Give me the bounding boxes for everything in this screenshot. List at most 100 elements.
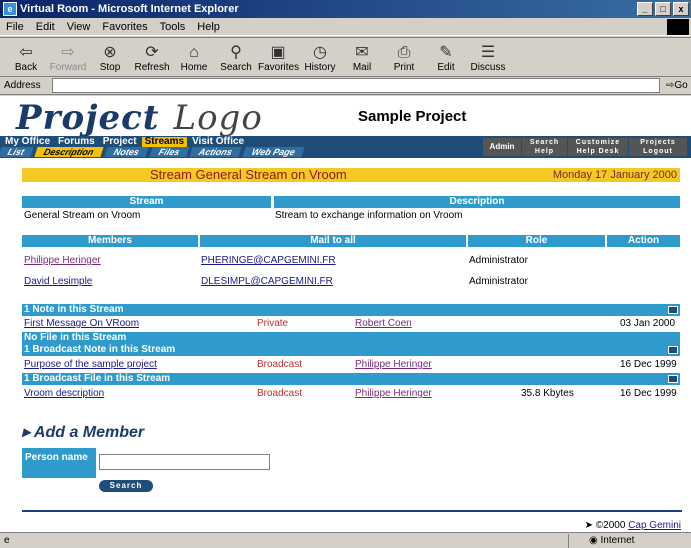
menu-file[interactable]: File (6, 21, 24, 33)
windows-logo-icon (667, 19, 689, 35)
tab-description[interactable]: Description (34, 147, 104, 157)
broadcast-note-author-link[interactable]: Philippe Heringer (355, 359, 432, 371)
member-search-button[interactable]: Search (99, 480, 153, 492)
address-input[interactable] (52, 78, 660, 93)
cap-gemini-link[interactable]: Cap Gemini (628, 520, 681, 531)
add-member-heading: ▸ Add a Member (22, 424, 145, 441)
tab-notes[interactable]: Notes (103, 147, 149, 157)
tab-files[interactable]: Files (148, 147, 189, 157)
menu-bar: File Edit View Favorites Tools Help (0, 18, 691, 36)
stop-icon: ⊗ (103, 44, 117, 61)
stream-name: General Stream on Vroom (24, 210, 141, 221)
search-button[interactable]: ⚲ Search (216, 44, 256, 73)
refresh-button[interactable]: ⟳ Refresh (132, 44, 172, 73)
mail-button[interactable]: ✉ Mail (342, 44, 382, 73)
print-button[interactable]: ⎙ Print (384, 44, 424, 73)
page-status-icon: e (4, 535, 10, 546)
page-content: Project Logo Sample Project My Office For… (0, 96, 691, 532)
broadcast-note-date: 16 Dec 1999 (620, 359, 677, 370)
broadcast-file-link[interactable]: Vroom description (24, 388, 104, 400)
broadcast-notes-header: 1 Broadcast Note in this Stream (22, 344, 680, 356)
util-search[interactable]: Search (522, 138, 567, 147)
forward-button[interactable]: ⇨ Forward (48, 44, 88, 73)
stop-button[interactable]: ⊗ Stop (90, 44, 130, 73)
broadcast-file-date: 16 Dec 1999 (620, 388, 677, 399)
forward-arrow-icon: ⇨ (61, 44, 75, 61)
nav-project[interactable]: Project (100, 137, 140, 147)
nav-visit-office[interactable]: Visit Office (189, 137, 247, 147)
menu-edit[interactable]: Edit (36, 21, 55, 33)
nav-forums[interactable]: Forums (55, 137, 98, 147)
stream-header: Stream General Stream on Vroom Monday 17… (22, 168, 680, 182)
util-projects[interactable]: Projects (629, 138, 687, 147)
minimize-button[interactable]: _ (637, 2, 653, 16)
close-button[interactable]: x (673, 2, 689, 16)
col-description: Description (274, 196, 680, 208)
go-button[interactable]: ⇨Go (666, 80, 688, 91)
member-name-link[interactable]: David Lesimple (24, 276, 92, 288)
window-controls: _ □ x (637, 2, 689, 16)
col-mail-to-all[interactable]: Mail to all (200, 235, 466, 247)
tab-actions[interactable]: Actions (189, 147, 242, 157)
util-customize[interactable]: Customize (568, 138, 628, 147)
note-author-link[interactable]: Robert Coen (355, 318, 412, 330)
admin-button[interactable]: Admin (483, 138, 521, 156)
edit-button[interactable]: ✎ Edit (426, 44, 466, 73)
person-name-input[interactable] (99, 454, 270, 470)
member-mail-link[interactable]: DLESIMPL@CAPGEMINI.FR (201, 276, 333, 288)
broadcast-file-author-link[interactable]: Philippe Heringer (355, 388, 432, 400)
member-mail-link[interactable]: PHERINGE@CAPGEMINI.FR (201, 255, 336, 267)
discuss-button[interactable]: ☰ Discuss (468, 44, 508, 73)
maximize-button[interactable]: □ (655, 2, 671, 16)
util-help-desk[interactable]: Help Desk (568, 147, 628, 156)
broadcast-file-size: 35.8 Kbytes (521, 388, 574, 399)
note-title-link[interactable]: First Message On VRoom (24, 318, 139, 330)
menu-help[interactable]: Help (197, 21, 220, 33)
notes-section-header: 1 Note in this Stream (22, 304, 680, 316)
menu-favorites[interactable]: Favorites (102, 21, 147, 33)
security-zone: ◉ Internet (568, 534, 691, 548)
back-arrow-icon: ⇦ (19, 44, 33, 61)
member-role: Administrator (469, 276, 528, 287)
back-button[interactable]: ⇦ Back (6, 44, 46, 73)
nav-my-office[interactable]: My Office (2, 137, 53, 147)
stream-title: Stream General Stream on Vroom (150, 167, 347, 182)
col-role: Role (468, 235, 605, 247)
history-button[interactable]: ◷ History (300, 44, 340, 73)
menu-view[interactable]: View (67, 21, 91, 33)
member-role: Administrator (469, 255, 528, 266)
util-help[interactable]: Help (522, 147, 567, 156)
note-type: Private (257, 318, 289, 329)
project-logo: Project Logo (16, 98, 263, 138)
arrow-right-icon: ➤ (584, 520, 596, 531)
project-title: Sample Project (358, 108, 467, 125)
refresh-icon: ⟳ (145, 44, 159, 61)
tab-list[interactable]: List (0, 147, 34, 157)
window-titlebar: e Virtual Room - Microsoft Internet Expl… (0, 0, 691, 18)
secondary-nav: List Description Notes Files Actions Web… (0, 147, 307, 157)
primary-nav: My Office Forums Project Streams Visit O… (2, 137, 247, 147)
footer-divider (22, 510, 682, 512)
col-members: Members (22, 235, 198, 247)
collapse-icon[interactable] (668, 375, 678, 383)
stream-description: Stream to exchange information on Vroom (275, 210, 463, 221)
nav-streams[interactable]: Streams (141, 137, 188, 147)
col-action: Action (607, 235, 680, 247)
col-stream: Stream (22, 196, 271, 208)
globe-icon: ◉ (589, 535, 601, 546)
menu-tools[interactable]: Tools (160, 21, 186, 33)
edit-icon: ✎ (439, 44, 453, 61)
collapse-icon[interactable] (668, 306, 678, 314)
member-name-link[interactable]: Philippe Heringer (24, 255, 101, 267)
history-icon: ◷ (313, 44, 327, 61)
tab-web-page[interactable]: Web Page (242, 147, 305, 157)
current-date: Monday 17 January 2000 (552, 169, 677, 181)
home-button[interactable]: ⌂ Home (174, 44, 214, 73)
copyright: ➤ ©2000 Cap Gemini (584, 520, 681, 531)
collapse-icon[interactable] (668, 346, 678, 354)
browser-toolbar: ⇦ Back ⇨ Forward ⊗ Stop ⟳ Refresh ⌂ Home ⚲ Sea… (0, 37, 691, 77)
arrow-right-icon: ▸ (22, 424, 34, 441)
broadcast-note-link[interactable]: Purpose of the sample project (24, 359, 157, 371)
favorites-button[interactable]: ▣ Favorites (258, 44, 299, 73)
util-logout[interactable]: Logout (629, 147, 687, 156)
